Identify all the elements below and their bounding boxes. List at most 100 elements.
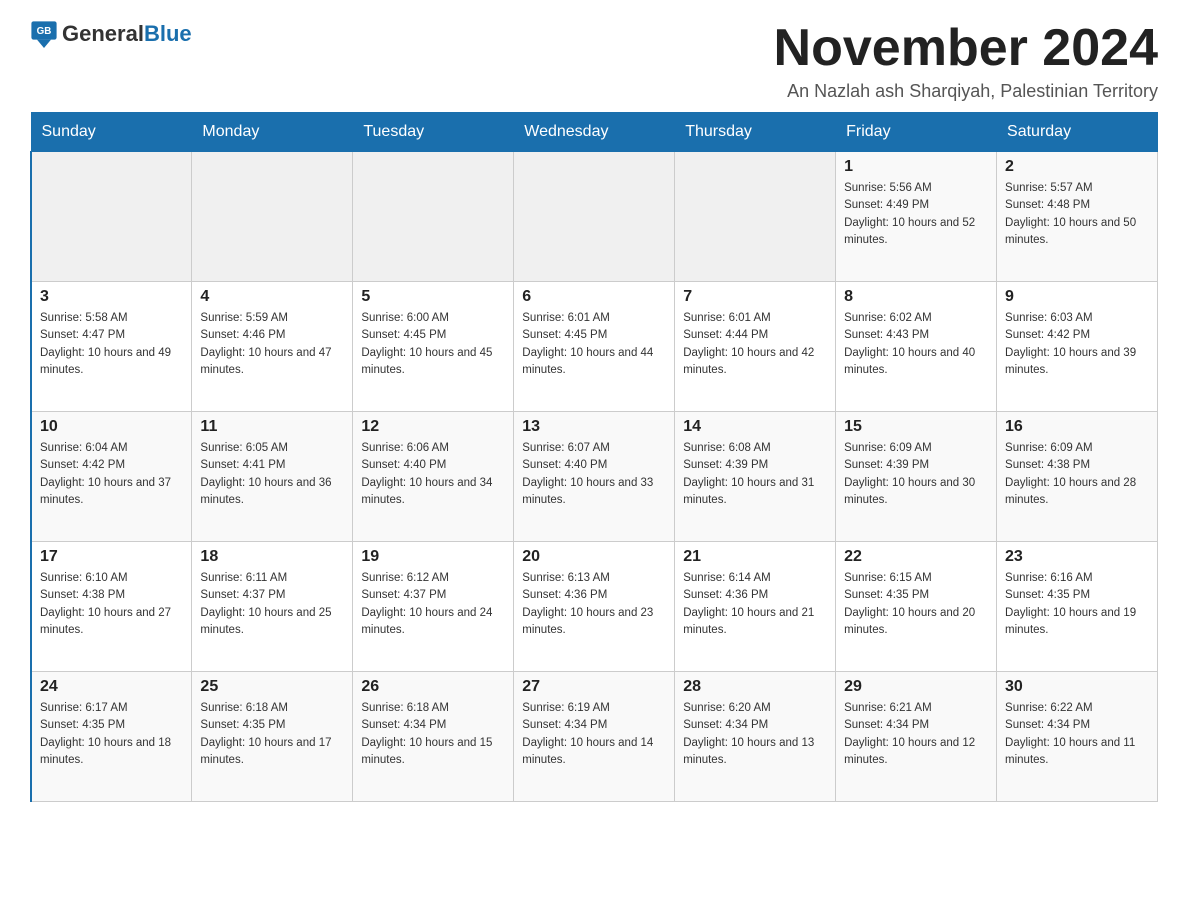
day-number: 9 bbox=[1005, 288, 1149, 306]
week-row-3: 10 Sunrise: 6:04 AMSunset: 4:42 PMDayligh… bbox=[31, 412, 1158, 542]
calendar-cell: 30 Sunrise: 6:22 AMSunset: 4:34 PMDayligh… bbox=[997, 672, 1158, 802]
day-number: 22 bbox=[844, 548, 988, 566]
week-row-5: 24 Sunrise: 6:17 AMSunset: 4:35 PMDayligh… bbox=[31, 672, 1158, 802]
calendar-cell bbox=[514, 152, 675, 282]
day-info: Sunrise: 6:21 AMSunset: 4:34 PMDaylight:… bbox=[844, 700, 988, 769]
calendar-cell: 15 Sunrise: 6:09 AMSunset: 4:39 PMDayligh… bbox=[836, 412, 997, 542]
day-number: 10 bbox=[40, 418, 183, 436]
calendar-cell: 26Sunrise: 6:18 AMSunset: 4:34 PMDayligh… bbox=[353, 672, 514, 802]
day-number: 1 bbox=[844, 158, 988, 176]
calendar-cell: 9 Sunrise: 6:03 AMSunset: 4:42 PMDaylight… bbox=[997, 282, 1158, 412]
day-number: 7 bbox=[683, 288, 827, 306]
day-number: 24 bbox=[40, 678, 183, 696]
header-row: SundayMondayTuesdayWednesdayThursdayFrid… bbox=[31, 113, 1158, 152]
day-info: Sunrise: 6:12 AMSunset: 4:37 PMDaylight:… bbox=[361, 570, 505, 639]
day-info: Sunrise: 6:11 AMSunset: 4:37 PMDaylight:… bbox=[200, 570, 344, 639]
day-number: 15 bbox=[844, 418, 988, 436]
calendar-cell: 19 Sunrise: 6:12 AMSunset: 4:37 PMDayligh… bbox=[353, 542, 514, 672]
calendar-cell: 1 Sunrise: 5:56 AMSunset: 4:49 PMDaylight… bbox=[836, 152, 997, 282]
day-number: 29 bbox=[844, 678, 988, 696]
calendar-cell: 27 Sunrise: 6:19 AMSunset: 4:34 PMDayligh… bbox=[514, 672, 675, 802]
day-number: 4 bbox=[200, 288, 344, 306]
calendar-cell: 17Sunrise: 6:10 AMSunset: 4:38 PMDayligh… bbox=[31, 542, 192, 672]
calendar-cell: 5 Sunrise: 6:00 AMSunset: 4:45 PMDaylight… bbox=[353, 282, 514, 412]
calendar-cell: 23 Sunrise: 6:16 AMSunset: 4:35 PMDayligh… bbox=[997, 542, 1158, 672]
day-info: Sunrise: 6:08 AMSunset: 4:39 PMDaylight:… bbox=[683, 440, 827, 509]
day-info: Sunrise: 6:09 AMSunset: 4:38 PMDaylight:… bbox=[1005, 440, 1149, 509]
day-number: 8 bbox=[844, 288, 988, 306]
calendar-cell: 24 Sunrise: 6:17 AMSunset: 4:35 PMDayligh… bbox=[31, 672, 192, 802]
calendar-cell: 28Sunrise: 6:20 AMSunset: 4:34 PMDayligh… bbox=[675, 672, 836, 802]
day-number: 13 bbox=[522, 418, 666, 436]
day-info: Sunrise: 6:01 AMSunset: 4:45 PMDaylight:… bbox=[522, 310, 666, 379]
day-number: 2 bbox=[1005, 158, 1149, 176]
header-sunday: Sunday bbox=[31, 113, 192, 152]
calendar-cell: 18 Sunrise: 6:11 AMSunset: 4:37 PMDayligh… bbox=[192, 542, 353, 672]
day-number: 14 bbox=[683, 418, 827, 436]
day-number: 17 bbox=[40, 548, 183, 566]
day-info: Sunrise: 6:19 AMSunset: 4:34 PMDaylight:… bbox=[522, 700, 666, 769]
month-title: November 2024 bbox=[774, 20, 1158, 77]
header-friday: Friday bbox=[836, 113, 997, 152]
calendar-cell: 29 Sunrise: 6:21 AMSunset: 4:34 PMDayligh… bbox=[836, 672, 997, 802]
day-number: 6 bbox=[522, 288, 666, 306]
day-info: Sunrise: 6:06 AMSunset: 4:40 PMDaylight:… bbox=[361, 440, 505, 509]
day-number: 19 bbox=[361, 548, 505, 566]
calendar-cell: 21Sunrise: 6:14 AMSunset: 4:36 PMDayligh… bbox=[675, 542, 836, 672]
day-info: Sunrise: 5:58 AMSunset: 4:47 PMDaylight:… bbox=[40, 310, 183, 379]
day-number: 11 bbox=[200, 418, 344, 436]
calendar-cell bbox=[31, 152, 192, 282]
header-wednesday: Wednesday bbox=[514, 113, 675, 152]
calendar-header: SundayMondayTuesdayWednesdayThursdayFrid… bbox=[31, 113, 1158, 152]
day-info: Sunrise: 6:04 AMSunset: 4:42 PMDaylight:… bbox=[40, 440, 183, 509]
logo-text-blue: Blue bbox=[144, 21, 192, 46]
calendar-cell: 7Sunrise: 6:01 AMSunset: 4:44 PMDaylight… bbox=[675, 282, 836, 412]
calendar-cell: 4 Sunrise: 5:59 AMSunset: 4:46 PMDaylight… bbox=[192, 282, 353, 412]
calendar-cell: 2 Sunrise: 5:57 AMSunset: 4:48 PMDaylight… bbox=[997, 152, 1158, 282]
day-info: Sunrise: 6:18 AMSunset: 4:35 PMDaylight:… bbox=[200, 700, 344, 769]
day-info: Sunrise: 6:03 AMSunset: 4:42 PMDaylight:… bbox=[1005, 310, 1149, 379]
day-number: 18 bbox=[200, 548, 344, 566]
day-number: 21 bbox=[683, 548, 827, 566]
calendar-cell: 22 Sunrise: 6:15 AMSunset: 4:35 PMDayligh… bbox=[836, 542, 997, 672]
logo: GB GeneralBlue bbox=[30, 20, 192, 48]
day-number: 20 bbox=[522, 548, 666, 566]
day-info: Sunrise: 6:09 AMSunset: 4:39 PMDaylight:… bbox=[844, 440, 988, 509]
day-info: Sunrise: 6:13 AMSunset: 4:36 PMDaylight:… bbox=[522, 570, 666, 639]
day-info: Sunrise: 6:15 AMSunset: 4:35 PMDaylight:… bbox=[844, 570, 988, 639]
day-number: 26 bbox=[361, 678, 505, 696]
day-number: 23 bbox=[1005, 548, 1149, 566]
day-number: 5 bbox=[361, 288, 505, 306]
week-row-4: 17Sunrise: 6:10 AMSunset: 4:38 PMDayligh… bbox=[31, 542, 1158, 672]
day-number: 25 bbox=[200, 678, 344, 696]
calendar-body: 1 Sunrise: 5:56 AMSunset: 4:49 PMDaylight… bbox=[31, 152, 1158, 802]
day-info: Sunrise: 5:59 AMSunset: 4:46 PMDaylight:… bbox=[200, 310, 344, 379]
day-info: Sunrise: 5:56 AMSunset: 4:49 PMDaylight:… bbox=[844, 180, 988, 249]
calendar-cell: 16 Sunrise: 6:09 AMSunset: 4:38 PMDayligh… bbox=[997, 412, 1158, 542]
day-info: Sunrise: 6:00 AMSunset: 4:45 PMDaylight:… bbox=[361, 310, 505, 379]
day-number: 27 bbox=[522, 678, 666, 696]
logo-text-general: General bbox=[62, 21, 144, 46]
day-number: 12 bbox=[361, 418, 505, 436]
calendar-cell: 14 Sunrise: 6:08 AMSunset: 4:39 PMDayligh… bbox=[675, 412, 836, 542]
day-number: 30 bbox=[1005, 678, 1149, 696]
calendar-cell: 25 Sunrise: 6:18 AMSunset: 4:35 PMDayligh… bbox=[192, 672, 353, 802]
calendar-cell: 8 Sunrise: 6:02 AMSunset: 4:43 PMDaylight… bbox=[836, 282, 997, 412]
day-number: 16 bbox=[1005, 418, 1149, 436]
calendar-cell bbox=[675, 152, 836, 282]
calendar-table: SundayMondayTuesdayWednesdayThursdayFrid… bbox=[30, 112, 1158, 802]
day-info: Sunrise: 6:16 AMSunset: 4:35 PMDaylight:… bbox=[1005, 570, 1149, 639]
header-thursday: Thursday bbox=[675, 113, 836, 152]
week-row-1: 1 Sunrise: 5:56 AMSunset: 4:49 PMDaylight… bbox=[31, 152, 1158, 282]
day-info: Sunrise: 6:07 AMSunset: 4:40 PMDaylight:… bbox=[522, 440, 666, 509]
day-info: Sunrise: 6:22 AMSunset: 4:34 PMDaylight:… bbox=[1005, 700, 1149, 769]
calendar-cell: 13 Sunrise: 6:07 AMSunset: 4:40 PMDayligh… bbox=[514, 412, 675, 542]
day-info: Sunrise: 6:17 AMSunset: 4:35 PMDaylight:… bbox=[40, 700, 183, 769]
header: GB GeneralBlue November 2024 An Nazlah a… bbox=[30, 20, 1158, 102]
header-saturday: Saturday bbox=[997, 113, 1158, 152]
day-info: Sunrise: 6:02 AMSunset: 4:43 PMDaylight:… bbox=[844, 310, 988, 379]
day-info: Sunrise: 5:57 AMSunset: 4:48 PMDaylight:… bbox=[1005, 180, 1149, 249]
calendar-cell: 12 Sunrise: 6:06 AMSunset: 4:40 PMDayligh… bbox=[353, 412, 514, 542]
calendar-cell: 10 Sunrise: 6:04 AMSunset: 4:42 PMDayligh… bbox=[31, 412, 192, 542]
logo-icon: GB bbox=[30, 20, 58, 48]
